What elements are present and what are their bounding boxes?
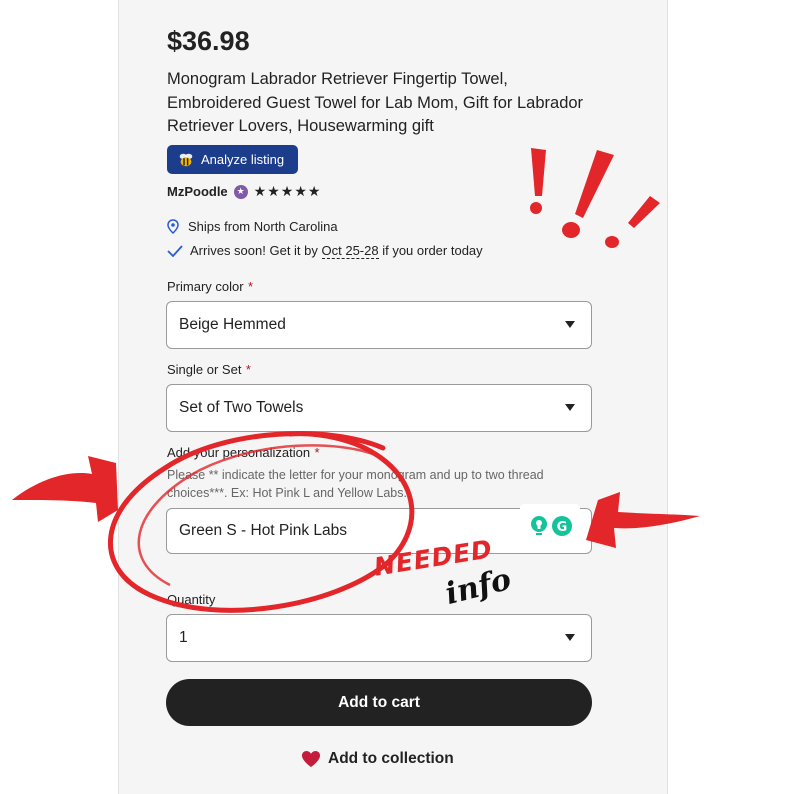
single-or-set-label: Single or Set * (167, 362, 251, 377)
caret-down-icon (565, 634, 575, 641)
lightbulb-icon[interactable] (529, 515, 549, 537)
location-pin-icon (167, 219, 179, 234)
heart-icon (302, 751, 320, 767)
personalization-value: Green S - Hot Pink Labs (179, 522, 347, 539)
primary-color-label: Primary color * (167, 279, 254, 294)
ships-from-text: Ships from North Carolina (188, 219, 338, 234)
star-seller-badge-icon: ★ (233, 184, 248, 199)
quantity-label: Quantity (167, 592, 216, 607)
grammarly-icon[interactable]: G (551, 515, 573, 537)
ships-from-row: Ships from North Carolina (167, 219, 338, 234)
analyze-listing-button[interactable]: Analyze listing (167, 145, 298, 174)
arrival-dates[interactable]: Oct 25-28 (321, 243, 379, 259)
checkmark-icon (167, 244, 183, 257)
analyze-listing-label: Analyze listing (201, 152, 285, 167)
add-to-collection-button[interactable]: Add to collection (301, 750, 454, 768)
personalization-hint: Please ** indicate the letter for your m… (167, 468, 544, 500)
left-arrow-icon (12, 456, 118, 522)
add-to-cart-button[interactable]: Add to cart (166, 679, 592, 726)
single-or-set-value: Set of Two Towels (179, 399, 304, 416)
shop-row: MzPoodle ★ ★★★★★ (167, 183, 321, 200)
bee-icon (179, 153, 193, 166)
product-title: Monogram Labrador Retriever Fingertip To… (167, 70, 584, 135)
arrival-text: Arrives soon! Get it by Oct 25-28 if you… (190, 243, 483, 259)
primary-color-select[interactable]: Beige Hemmed (166, 301, 592, 349)
quantity-select[interactable]: 1 (166, 614, 592, 662)
svg-text:G: G (557, 520, 568, 535)
personalization-label: Add your personalization * (167, 445, 320, 460)
product-price: $36.98 (167, 26, 250, 56)
rating-stars[interactable]: ★★★★★ (254, 183, 322, 200)
caret-down-icon (565, 404, 575, 411)
caret-down-icon (565, 321, 575, 328)
add-to-collection-label: Add to collection (328, 750, 454, 767)
arrival-row: Arrives soon! Get it by Oct 25-28 if you… (167, 243, 483, 259)
quantity-value: 1 (179, 629, 188, 646)
shop-name[interactable]: MzPoodle (167, 184, 228, 199)
primary-color-value: Beige Hemmed (179, 316, 286, 333)
single-or-set-select[interactable]: Set of Two Towels (166, 384, 592, 432)
